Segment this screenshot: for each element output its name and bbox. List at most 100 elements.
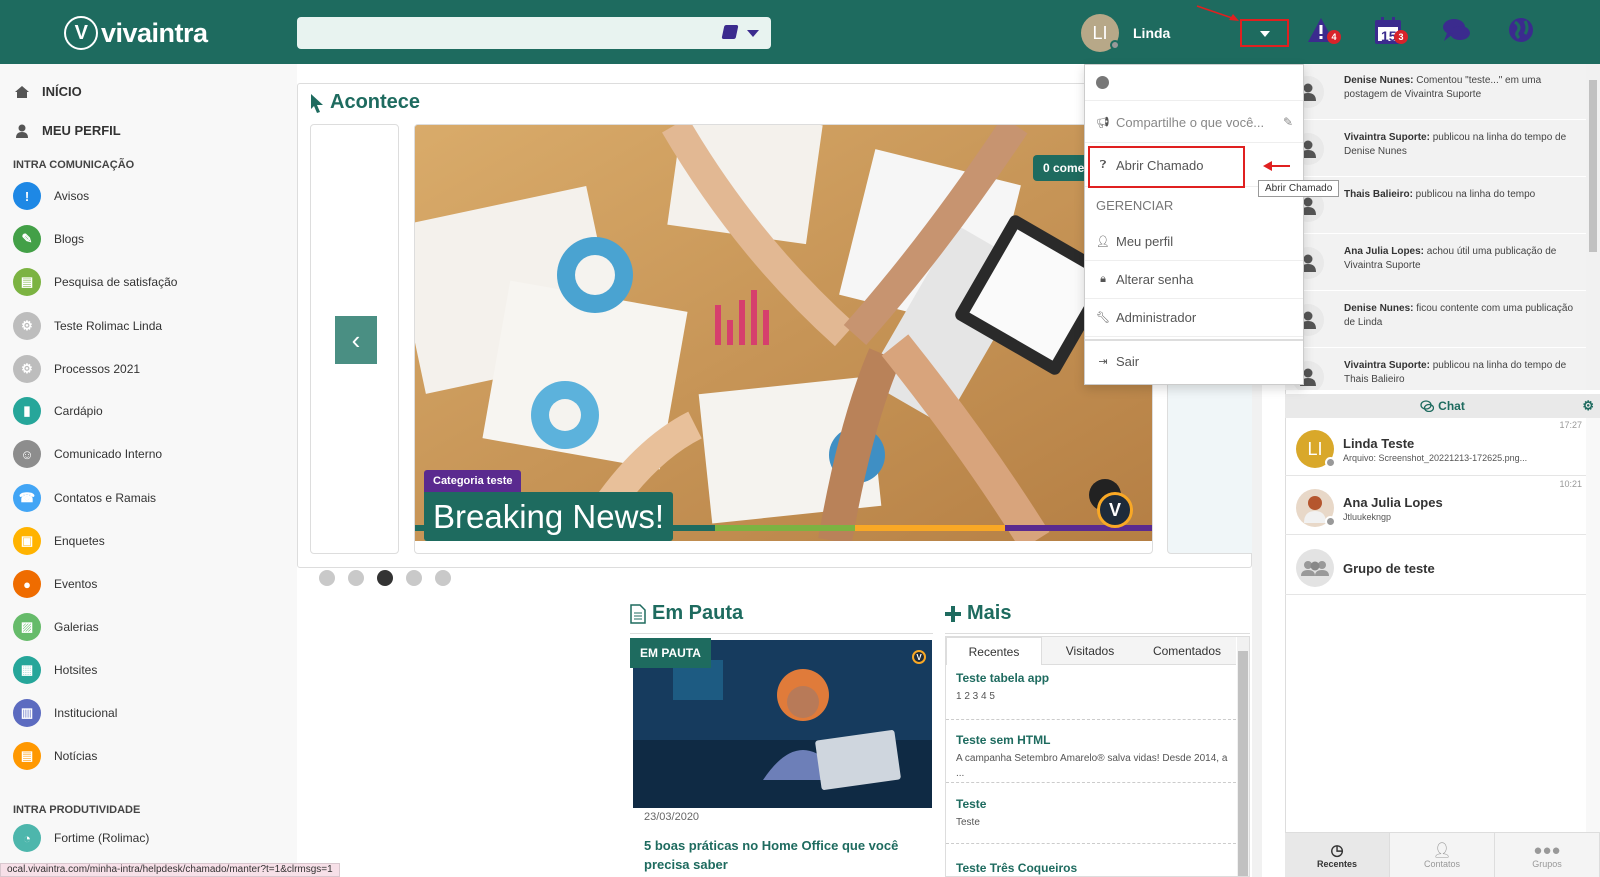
sidebar-item[interactable]: ▤ Pesquisa de satisfação xyxy=(13,268,177,296)
activity-text: Vivaintra Suporte: publicou na linha do … xyxy=(1344,359,1580,387)
menu-item-meu-perfil[interactable]: 👤︎ Meu perfil xyxy=(1085,223,1303,261)
divider xyxy=(946,719,1236,720)
user-icon: 👤︎ xyxy=(1096,236,1110,248)
list-item[interactable]: Teste Teste xyxy=(956,797,1228,830)
sidebar-item[interactable]: ✎ Blogs xyxy=(13,225,84,253)
sidebar-item[interactable]: ▤ Notícias xyxy=(13,742,97,770)
sidebar-item[interactable]: ▮ Cardápio xyxy=(13,397,103,425)
logo-v-icon: V xyxy=(64,16,98,50)
list-item[interactable]: Teste Três Coqueiros xyxy=(956,861,1228,875)
gear-icon[interactable]: ⚙ xyxy=(1582,398,1594,414)
sidebar-item-icon: ☺ xyxy=(13,440,41,468)
sidebar-item[interactable]: ▣ Enquetes xyxy=(13,527,105,555)
globe-button[interactable] xyxy=(1507,16,1541,50)
activity-text: Vivaintra Suporte: publicou na linha do … xyxy=(1344,131,1580,159)
category-tag[interactable]: Categoria teste xyxy=(424,470,522,492)
scrollbar-thumb[interactable] xyxy=(1589,80,1597,252)
scrollbar[interactable] xyxy=(1237,637,1249,876)
activity-item[interactable]: Denise Nunes: ficou contente com uma pub… xyxy=(1285,292,1586,348)
tab-recentes[interactable]: Recentes xyxy=(946,637,1042,665)
acontece-title: Acontece xyxy=(310,91,420,114)
chat-name: Grupo de teste xyxy=(1343,561,1435,576)
sidebar-item-label: Contatos e Ramais xyxy=(54,491,157,505)
list-item[interactable]: Teste sem HTML A campanha Setembro Amare… xyxy=(956,733,1228,781)
tab-recentes-chat[interactable]: ◷ Recentes xyxy=(1285,833,1390,877)
carousel-dot[interactable] xyxy=(319,570,335,586)
sidebar-item[interactable]: ▨ Galerias xyxy=(13,613,99,641)
list-item[interactable]: Teste tabela app 1 2 3 4 5 xyxy=(956,671,1228,704)
chat-title: Chat xyxy=(1438,399,1465,413)
search-input[interactable] xyxy=(297,17,771,49)
list-item-title: Teste Três Coqueiros xyxy=(956,861,1078,875)
sidebar-item[interactable]: ▥ Institucional xyxy=(13,699,117,727)
sidebar-item[interactable]: ⚙ Processos 2021 xyxy=(13,355,140,383)
activity-item[interactable]: Vivaintra Suporte: publicou na linha do … xyxy=(1285,349,1586,390)
chat-conversation[interactable]: Ana Julia Lopes Jtluukekngp 10:21 xyxy=(1285,477,1586,535)
group-icon xyxy=(1301,561,1329,576)
alerts-button[interactable]: 4 xyxy=(1306,16,1341,50)
sidebar-item[interactable]: ● Eventos xyxy=(13,570,97,598)
user-initials: LI xyxy=(1092,22,1108,43)
tab-visitados[interactable]: Visitados xyxy=(1042,637,1138,665)
menu-item-administrador[interactable]: 🔧︎ Administrador xyxy=(1085,299,1303,337)
vivaintra-logo[interactable]: V vivaintra xyxy=(64,16,208,50)
nav-meu-perfil[interactable]: MEU PERFIL xyxy=(14,123,121,138)
activity-scrollbar[interactable] xyxy=(1586,64,1600,390)
chat-conversation[interactable]: LI Linda Teste Arquivo: Screenshot_2022121… xyxy=(1285,418,1586,476)
nav-inicio[interactable]: INÍCIO xyxy=(14,84,82,99)
list-item-desc: Teste xyxy=(956,817,980,828)
list-item-title: Teste xyxy=(956,797,987,811)
calendar-button[interactable]: 15 3 xyxy=(1373,16,1408,50)
tab-contatos[interactable]: 👤︎ Contatos xyxy=(1390,833,1495,877)
menu-item-label: Meu perfil xyxy=(1116,234,1174,249)
tab-grupos[interactable]: ●●● Grupos xyxy=(1495,833,1600,877)
activity-item[interactable]: Ana Julia Lopes: achou útil uma publicaç… xyxy=(1285,235,1586,291)
scrollbar-thumb[interactable] xyxy=(1238,651,1248,876)
em-pauta-headline[interactable]: 5 boas práticas no Home Office que você … xyxy=(644,836,932,874)
chat-scrollbar[interactable] xyxy=(1586,418,1600,832)
sidebar-item-label: Institucional xyxy=(54,706,118,720)
carousel-prev-button[interactable]: ‹ xyxy=(335,316,377,364)
chat-conversation[interactable]: Grupo de teste xyxy=(1285,537,1586,595)
activity-item[interactable]: Vivaintra Suporte: publicou na linha do … xyxy=(1285,121,1586,177)
tab-comentados[interactable]: Comentados xyxy=(1138,637,1236,665)
menu-item-label: Sair xyxy=(1116,353,1140,369)
user-dropdown-menu: 📢︎ Compartilhe o que você... ✎ ❓︎ Abrir … xyxy=(1084,64,1304,385)
status-selector[interactable] xyxy=(1085,65,1303,101)
sidebar-item[interactable]: ▦ Hotsites xyxy=(13,656,97,684)
menu-item-alterar-senha[interactable]: 🔒︎ Alterar senha xyxy=(1085,261,1303,299)
activity-text: Ana Julia Lopes: achou útil uma publicaç… xyxy=(1344,245,1580,273)
sidebar-item-icon: ▤ xyxy=(13,268,41,296)
carousel-dot[interactable] xyxy=(348,570,364,586)
meeting-photo xyxy=(415,125,1152,541)
book-icon[interactable] xyxy=(721,25,739,39)
cursor-pointer-icon xyxy=(311,93,323,113)
sidebar-item[interactable]: ☺ Comunicado Interno xyxy=(13,440,162,468)
user-name[interactable]: Linda xyxy=(1133,25,1170,41)
chevron-down-icon[interactable] xyxy=(747,30,759,37)
menu-item-sair[interactable]: ⇥ Sair xyxy=(1085,339,1303,381)
sidebar-item-label: Cardápio xyxy=(54,404,103,418)
sidebar-item[interactable]: ! Avisos xyxy=(13,182,89,210)
sidebar-item-icon: ▦ xyxy=(13,656,41,684)
carousel-dot[interactable] xyxy=(435,570,451,586)
activity-item[interactable]: Denise Nunes: Comentou "teste..." em uma… xyxy=(1285,64,1586,120)
presence-dot xyxy=(1325,457,1336,468)
activity-author: Vivaintra Suporte: xyxy=(1344,132,1430,143)
share-input[interactable]: 📢︎ Compartilhe o que você... ✎ xyxy=(1085,102,1303,143)
sidebar-item[interactable]: ☎ Contatos e Ramais xyxy=(13,484,156,512)
messages-button[interactable] xyxy=(1441,16,1475,50)
carousel-dot[interactable] xyxy=(406,570,422,586)
hero-headline[interactable]: Breaking News! xyxy=(424,492,674,541)
user-avatar[interactable]: LI xyxy=(1081,14,1120,52)
sidebar-item-icon: ⚙ xyxy=(13,312,41,340)
sidebar-item-fortime[interactable]: ◔ Fortime (Rolimac) xyxy=(13,824,149,852)
activity-message: publicou na linha do tempo xyxy=(1412,189,1536,200)
tab-label: Grupos xyxy=(1532,858,1562,869)
pencil-icon[interactable]: ✎ xyxy=(1283,115,1293,129)
carousel-dot[interactable] xyxy=(377,570,393,586)
sidebar-item[interactable]: ⚙ Teste Rolimac Linda xyxy=(13,312,162,340)
user-menu-toggle-button[interactable] xyxy=(1240,19,1289,47)
carousel-current-slide[interactable] xyxy=(414,124,1153,554)
chat-icon xyxy=(1420,400,1435,412)
